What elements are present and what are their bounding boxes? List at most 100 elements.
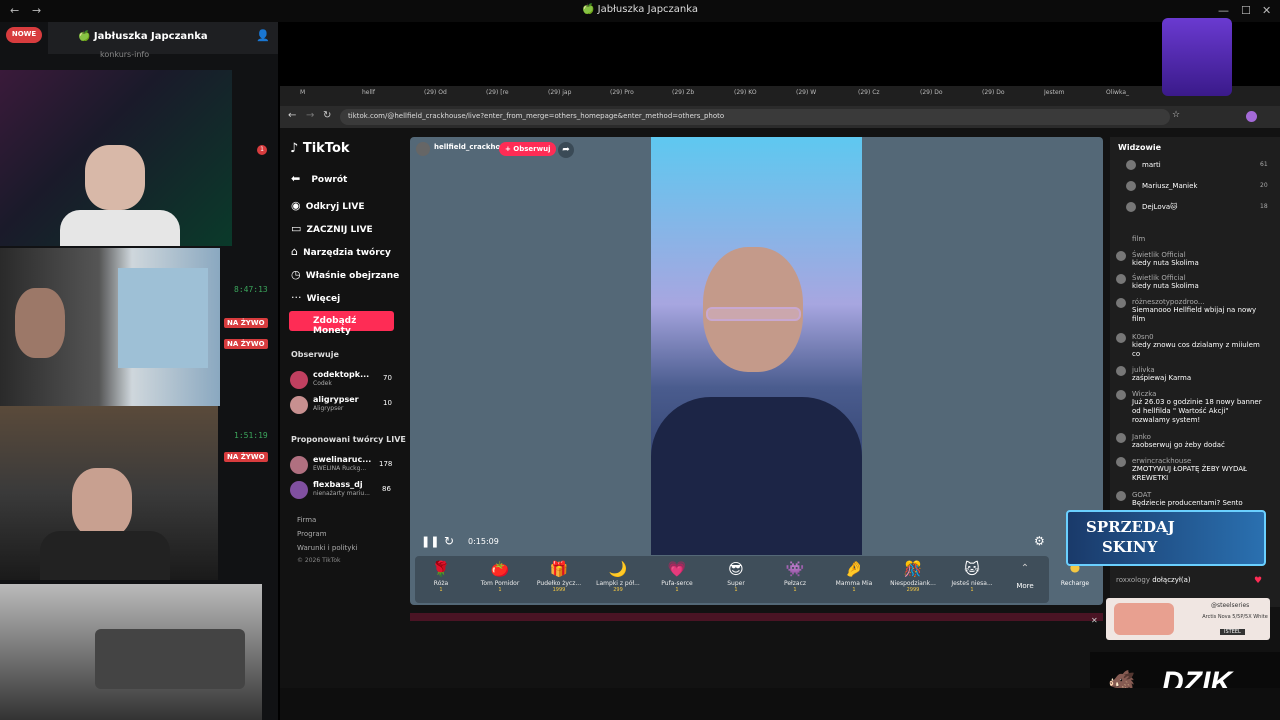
recharge-label: Recharge	[1060, 580, 1090, 587]
call-timer-1: 8:47:13	[234, 285, 268, 294]
gift-item[interactable]: 🌙 Lampki z pół... 299	[592, 560, 644, 593]
gift-item[interactable]: 🤌 Mamma Mia 1	[828, 560, 880, 593]
gift-item[interactable]: 😎 Super 1	[710, 560, 762, 593]
tiktok-logo[interactable]: ♪ TikTok	[290, 141, 350, 156]
chat-message: erwincrackhouse ZMOTYWUJ ŁOPATĘ ŻEBY WYDA…	[1116, 457, 1266, 483]
gift-item[interactable]: 👾 Pełzacz 1	[769, 560, 821, 593]
nav-more[interactable]: ··· Więcej	[291, 286, 340, 305]
maximize-icon[interactable]: ☐	[1241, 4, 1251, 17]
avatar	[290, 396, 308, 414]
avatar	[1126, 202, 1136, 212]
follow-button[interactable]: + Obserwuj	[499, 142, 557, 156]
back-link[interactable]: ⬅ Powrót	[291, 167, 347, 186]
browser-tab[interactable]: Oliwka_	[1106, 89, 1164, 103]
chat-user: Świetlik Official	[1132, 274, 1186, 282]
join-notice: roxxology dołączył(a) ♥	[1116, 576, 1266, 586]
share-icon[interactable]: ➦	[558, 142, 574, 158]
call-timer-2: 1:51:19	[234, 431, 268, 440]
creator-name: codektopk...	[313, 370, 370, 379]
webcam-2	[0, 248, 220, 406]
pause-icon[interactable]: ❚❚	[421, 535, 439, 548]
browser-tab[interactable]: (29) Od	[424, 89, 482, 103]
gift-price: 299	[613, 587, 623, 593]
tiktok-logo-text: TikTok	[302, 141, 350, 156]
url-bar[interactable]: tiktok.com/@hellfield_crackhouse/live?en…	[340, 109, 1170, 125]
join-user: roxxology	[1116, 576, 1150, 584]
viewer-score: 20	[1260, 182, 1268, 189]
gift-icon: 🌹	[431, 560, 451, 578]
creator-sub: EWELINA Ruckg...	[313, 465, 367, 472]
chat-text: zaśpiewaj Karma	[1132, 374, 1192, 382]
sell-line-2: SKINY	[1102, 538, 1158, 556]
browser-tab[interactable]: (29) Zb	[672, 89, 730, 103]
forward-icon[interactable]: →	[306, 110, 314, 121]
browser-tab[interactable]: (29) W	[796, 89, 854, 103]
minimize-icon[interactable]: —	[1218, 4, 1229, 17]
live-badge-1[interactable]: NA ŻYWO	[224, 318, 268, 328]
avatar	[290, 456, 308, 474]
back-icon[interactable]: ←	[288, 110, 296, 121]
gift-item[interactable]: 🐱 Jesteś niesa... 1	[946, 560, 998, 593]
browser-tab[interactable]: (29) [re	[486, 89, 544, 103]
browser-tab[interactable]: M	[300, 89, 358, 103]
profile-avatar[interactable]	[1246, 111, 1257, 122]
live-badge-3[interactable]: NA ŻYWO	[224, 452, 268, 462]
gift-item[interactable]: 💗 Pufa-serce 1	[651, 560, 703, 593]
browser-tab[interactable]: (29) Do	[920, 89, 978, 103]
gift-item[interactable]: 🌹 Róża 1	[415, 560, 467, 593]
heart-icon[interactable]: ♥	[1254, 576, 1262, 586]
settings-gear-icon[interactable]: ⚙	[1034, 534, 1045, 548]
host-avatar[interactable]	[416, 142, 430, 156]
gift-item[interactable]: 🎊 Niespodziank... 2999	[887, 560, 939, 593]
browser-tab[interactable]: Jestem	[1044, 89, 1102, 103]
gift-price: 1	[793, 587, 797, 593]
gift-icon: 🍅	[490, 560, 510, 578]
server-header[interactable]: 🍏 Jabłuszka Japczanka ⌄ 👤	[48, 22, 278, 54]
nav-label: ZACZNIJ LIVE	[306, 225, 373, 235]
nav-label: Więcej	[306, 294, 341, 304]
avatar	[1116, 298, 1126, 308]
footer-link[interactable]: Firma	[297, 516, 316, 524]
star-icon[interactable]: ☆	[1172, 110, 1180, 120]
add-member-icon[interactable]: 👤	[256, 29, 270, 42]
footer-link[interactable]: Warunki i polityki	[297, 544, 357, 552]
channel-name[interactable]: konkurs-info	[100, 50, 149, 59]
browser-tab[interactable]: (29) Pro	[610, 89, 668, 103]
gift-more-button[interactable]: ⌃ More	[1008, 563, 1042, 590]
chat-user: julivka	[1132, 366, 1155, 374]
creator-sub: Codek	[313, 380, 332, 387]
taskbar-area	[280, 688, 1280, 720]
viewer-name: marti	[1142, 161, 1161, 169]
viewer-score: 61	[1260, 161, 1268, 168]
gift-price: 1999	[552, 587, 566, 593]
server-name: 🍏 Jabłuszka Japczanka	[78, 31, 208, 42]
chat-message: Janko zaobserwuj go żeby dodać	[1116, 433, 1266, 450]
avatar	[1116, 457, 1126, 467]
new-badge[interactable]: NOWE	[6, 27, 42, 43]
browser-tab[interactable]: (29) jap	[548, 89, 606, 103]
nav-start-live[interactable]: ▭ ZACZNIJ LIVE	[291, 217, 373, 236]
avatar	[1116, 390, 1126, 400]
footer-link[interactable]: Program	[297, 530, 327, 538]
gift-price: 1	[852, 587, 856, 593]
chat-user: różneszotypozdroo...	[1132, 298, 1205, 306]
nav-discover-live[interactable]: ◉ Odkryj LIVE	[291, 194, 365, 213]
gift-item[interactable]: 🍅 Tom Pomidor 1	[474, 560, 526, 593]
browser-tab[interactable]: (29) Cz	[858, 89, 916, 103]
nav-recently-watched[interactable]: ◷ Właśnie obejrzane	[291, 263, 399, 282]
chevron-down-icon: ⌄	[193, 30, 202, 41]
browser-tab[interactable]: hellf	[362, 89, 420, 103]
close-icon[interactable]: ✕	[1262, 4, 1271, 17]
get-coins-button[interactable]: Zdobądź Monety	[289, 311, 394, 336]
browser-tab[interactable]: (29) Do	[982, 89, 1040, 103]
viewer-count: 178	[379, 460, 393, 468]
reload-icon[interactable]: ↻	[323, 110, 331, 121]
live-badge-2[interactable]: NA ŻYWO	[224, 339, 268, 349]
back-label: Powrót	[311, 175, 348, 185]
nav-creator-tools[interactable]: ⌂ Narzędzia twórcy	[291, 240, 391, 259]
creator-name: ewelinaruc...	[313, 455, 372, 464]
refresh-icon[interactable]: ↻	[444, 534, 454, 548]
gift-item[interactable]: 🎁 Pudełko życz... 1999	[533, 560, 585, 593]
close-x-icon[interactable]: ✕	[1091, 616, 1098, 625]
browser-tab[interactable]: (29) KO	[734, 89, 792, 103]
